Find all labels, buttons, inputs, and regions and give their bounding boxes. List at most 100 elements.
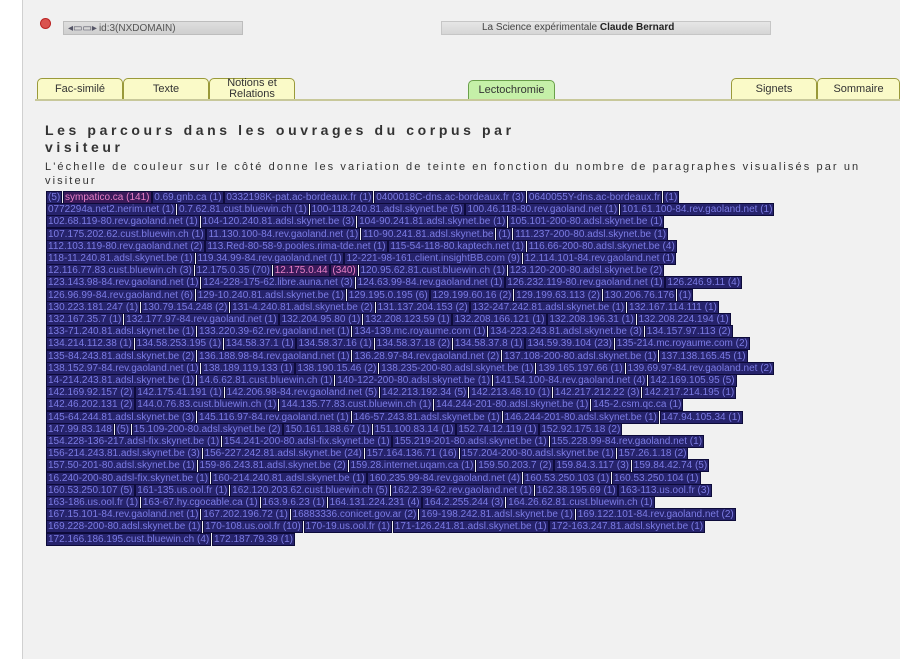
visitor-chip[interactable]: 163-186.us.ool.fr (1) bbox=[45, 496, 141, 510]
visitor-chip[interactable]: 131.137.204.153 (2) bbox=[375, 300, 470, 314]
visitor-chip[interactable]: 163-113.us.ool.fr (3) bbox=[618, 483, 712, 497]
tab-fac-simile[interactable]: Fac-similé bbox=[37, 78, 123, 100]
visitor-chip[interactable]: 136.28.97-84.rev.gaoland.net (2) bbox=[352, 349, 502, 363]
tab-lectochromie[interactable]: Lectochromie bbox=[468, 80, 555, 100]
visitor-chip[interactable]: 142.46.202.131 (2) bbox=[46, 398, 135, 412]
visitor-chip[interactable]: 144.135.77.83.cust.bluewin.ch (1) bbox=[279, 398, 434, 412]
visitor-chip[interactable]: 0400018C-dns.ac-bordeaux.fr (3) bbox=[374, 191, 527, 204]
visitor-chip[interactable]: 144.244-201-80.adsl.skynet.be (1) bbox=[433, 398, 591, 412]
visitor-chip[interactable]: 142.175.41.191 (1) bbox=[135, 386, 224, 400]
visitor-chip[interactable]: 126.246.9.11 (4) bbox=[665, 276, 743, 290]
visitor-chip[interactable]: 137.108-200-80.adsl.skynet.be (1) bbox=[501, 349, 659, 363]
visitor-chip[interactable]: 161-135.us.ool.fr (1) bbox=[135, 483, 230, 497]
visitor-chip[interactable]: 167.15.101-84.rev.gaoland.net (1) bbox=[45, 508, 201, 522]
visitor-chip[interactable]: 107.175.202.62.cust.bluewin.ch (1) bbox=[46, 227, 206, 241]
visitor-chip[interactable]: 11.130.100-84.rev.gaoland.net (1) bbox=[206, 227, 361, 241]
visitor-chip[interactable]: 14.6.62.81.cust.bluewin.ch (1) bbox=[196, 374, 335, 388]
visitor-chip[interactable]: 12.116.77.83.cust.bluewin.ch (3) bbox=[46, 264, 194, 278]
visitor-chip[interactable]: 159.28.internet.uqam.ca (1) bbox=[348, 459, 476, 473]
visitor-chip[interactable]: 156-214.243.81.adsl.skynet.be (3) bbox=[46, 447, 202, 461]
visitor-chip[interactable]: 130.206.76.176 bbox=[602, 288, 677, 302]
visitor-chip[interactable]: 126.96.99-84.rev.gaoland.net (6) bbox=[46, 288, 195, 302]
visitor-chip[interactable]: 132.167.114.111 (1) bbox=[627, 300, 719, 314]
visitor-chip[interactable]: 16.240-200-80.adsl-fix.skynet.be (1) bbox=[45, 471, 211, 485]
visitor-chip[interactable]: 113.Red-80-58-9.pooles.rima-tde.net (1) bbox=[205, 239, 388, 253]
visitor-chip[interactable]: 157.204-200-80.adsl.skynet.be (1) bbox=[459, 447, 616, 461]
visitor-chip[interactable]: 134.58.37.8 (1) bbox=[452, 337, 525, 351]
visitor-chip[interactable]: 132.167.35.7 (1) bbox=[45, 313, 124, 327]
visitor-chip[interactable]: 160-214.240.81.adsl.skynet.be (1) bbox=[210, 471, 367, 485]
visitor-chip[interactable]: 154.228-136-217.adsl-fix.skynet.be (1) bbox=[45, 435, 222, 449]
visitor-chip[interactable]: 111.237-200-80.adsl.skynet.be (1) bbox=[513, 227, 669, 241]
visitor-chip[interactable]: 169.228-200-80.adsl.skynet.be (1) bbox=[45, 520, 203, 534]
visitor-chip[interactable]: 162.120.203.62.cust.bluewin.ch (5) bbox=[230, 483, 390, 497]
visitor-chip[interactable]: 139.165.197.66 (1) bbox=[536, 361, 625, 375]
visitor-chip[interactable]: 141.54.100-84.rev.gaoland.net (4) bbox=[492, 374, 648, 388]
visitor-chip[interactable]: 170-19.us.ool.fr (1) bbox=[303, 520, 393, 534]
visitor-chip[interactable]: 140-122-200-80.adsl.skynet.be (1) bbox=[335, 374, 493, 388]
visitor-chip[interactable]: 167.202.196.72 (1) bbox=[201, 508, 290, 522]
visitor-chip[interactable]: 110-90.241.81.adsl.skynet.be bbox=[360, 227, 496, 241]
visitor-chip[interactable]: 144.0.76.83.cust.bluewin.ch (1) bbox=[135, 398, 279, 412]
visitor-chip[interactable]: 118-11.240.81.adsl.skynet.be (1) bbox=[46, 252, 195, 266]
visitor-chip[interactable]: 12.175.0.35 (70) bbox=[194, 264, 272, 278]
visitor-chip[interactable]: (340) bbox=[330, 264, 358, 278]
visitor-chip[interactable]: 162.2.39-62.rev.gaoland.net (1) bbox=[390, 483, 534, 497]
tab-sommaire[interactable]: Sommaire bbox=[817, 78, 900, 100]
visitor-chip[interactable]: 0332198K-pat.ac-bordeaux.fr (1) bbox=[224, 191, 374, 204]
visitor-chip[interactable]: 12.175.0.44 bbox=[272, 264, 330, 278]
visitor-chip[interactable]: 0.69.gnb.ca (1) bbox=[152, 191, 224, 204]
visitor-chip[interactable]: 160.53.250.107 (5) bbox=[46, 483, 135, 497]
visitor-chip[interactable]: 159.84.42.74 (5) bbox=[631, 459, 710, 473]
visitor-chip[interactable]: 162.38.195.69 (1) bbox=[534, 483, 618, 497]
visitor-chip[interactable]: 157.26.1.18 (2) bbox=[616, 447, 689, 461]
visitor-chip[interactable]: 112.103.119-80.rev.gaoland.net (2) bbox=[46, 239, 205, 253]
visitor-chip[interactable]: 100-118.240.81.adsl.skynet.be (5) bbox=[309, 203, 465, 217]
visitor-chip[interactable]: 155.219-201-80.adsl.skynet.be (1) bbox=[392, 435, 549, 449]
visitor-chip[interactable]: 134.214.112.38 (1) bbox=[46, 337, 134, 351]
visitor-chip[interactable]: 164.2.255.244 (3) bbox=[422, 496, 506, 510]
visitor-chip[interactable]: 134.58.37.18 (2) bbox=[374, 337, 453, 351]
visitor-chip[interactable]: 134-139.mc.royaume.com (1) bbox=[352, 325, 488, 339]
visitor-chip[interactable]: 154.241-200-80.adsl-fix.skynet.be (1) bbox=[222, 435, 392, 449]
visitor-chip[interactable]: 15.109-200-80.adsl.skynet.be (2) bbox=[131, 422, 283, 436]
visitor-chip[interactable]: 116.66-200-80.adsl.skynet.be (4) bbox=[526, 239, 677, 253]
visitor-chip[interactable]: 164.26.62.81.cust.bluewin.ch (1) bbox=[506, 496, 655, 510]
visitor-chip[interactable]: 115-54-118-80.kaptech.net (1) bbox=[388, 239, 526, 253]
visitor-chip[interactable]: 157.164.136.71 (16) bbox=[364, 447, 459, 461]
visitor-chip[interactable]: 134.58.253.195 (1) bbox=[134, 337, 224, 351]
visitor-chip[interactable]: 138.235-200-80.adsl.skynet.be (1) bbox=[379, 361, 536, 375]
visitor-chip[interactable]: 16883336.conicet.gov.ar (2) bbox=[290, 508, 419, 522]
visitor-chip[interactable]: 146-57.243.81.adsl.skynet.be (1) bbox=[351, 410, 502, 424]
visitor-chip[interactable]: 0640055Y-dns.ac-bordeaux.fr bbox=[526, 191, 663, 204]
visitor-chip[interactable]: 163.9.6.23 (1) bbox=[260, 496, 327, 510]
visitor-chip[interactable]: 155.228.99-84.rev.gaoland.net (1) bbox=[549, 435, 705, 449]
visitor-chip[interactable]: 170-108.us.ool.fr (10) bbox=[203, 520, 303, 534]
visitor-chip[interactable]: 142.213.48.10 (1) bbox=[469, 386, 553, 400]
visitor-chip[interactable]: 145-64.244.81.adsl.skynet.be (3) bbox=[45, 410, 197, 424]
visitor-chip[interactable]: 120.95.62.81.cust.bluewin.ch (1) bbox=[358, 264, 508, 278]
visitor-chip[interactable]: 142.169.92.157 (2) bbox=[46, 386, 135, 400]
visitor-chip[interactable]: 134-223.243.81.adsl.skynet.be (3) bbox=[488, 325, 644, 339]
visitor-chip[interactable]: 132.208.196.31 (1) bbox=[547, 313, 636, 327]
visitor-chip[interactable]: 151.100.83.14 (1) bbox=[372, 422, 456, 436]
visitor-chip[interactable]: 138.190.15.46 (2) bbox=[295, 361, 379, 375]
visitor-chip[interactable]: 132.208.224.194 (1) bbox=[636, 313, 731, 327]
visitor-chip[interactable]: 136.188.98-84.rev.gaoland.net (1) bbox=[196, 349, 352, 363]
visitor-chip[interactable]: 138.189.119.133 (1) bbox=[201, 361, 295, 375]
visitor-chip[interactable]: 124.63.99-84.rev.gaoland.net (1) bbox=[355, 276, 505, 290]
visitor-chip[interactable]: 160.235.99-84.rev.gaoland.net (4) bbox=[367, 471, 522, 485]
visitor-chip[interactable]: 130.223.181.247 (1) bbox=[45, 300, 141, 314]
visitor-chip[interactable]: 119.34.99-84.rev.gaoland.net (1) bbox=[195, 252, 344, 266]
visitor-chip[interactable]: 150.161.188.67 (1) bbox=[283, 422, 372, 436]
visitor-chip[interactable]: 101.61.100-84.rev.gaoland.net (1) bbox=[619, 203, 775, 217]
visitor-chip[interactable]: 124-228-175-62.libre.auna.net (3) bbox=[201, 276, 355, 290]
visitor-chip[interactable]: 142.217.212.22 (3) bbox=[552, 386, 642, 400]
visitor-chip[interactable]: 163-67.hy.cgocable.ca (1) bbox=[140, 496, 260, 510]
visitor-chip[interactable]: 172.166.186.195.cust.bluewin.ch (4) bbox=[45, 532, 212, 546]
visitor-chip[interactable]: 129.199.63.113 (2) bbox=[514, 288, 602, 302]
visitor-chip[interactable]: (5) bbox=[114, 422, 131, 436]
visitor-chip[interactable]: 100.46.118-80.rev.gaoland.net (1) bbox=[465, 203, 620, 217]
visitor-chip[interactable]: 137.138.165.45 (1) bbox=[659, 349, 748, 363]
visitor-chip[interactable]: 129.195.0.195 (6) bbox=[346, 288, 430, 302]
